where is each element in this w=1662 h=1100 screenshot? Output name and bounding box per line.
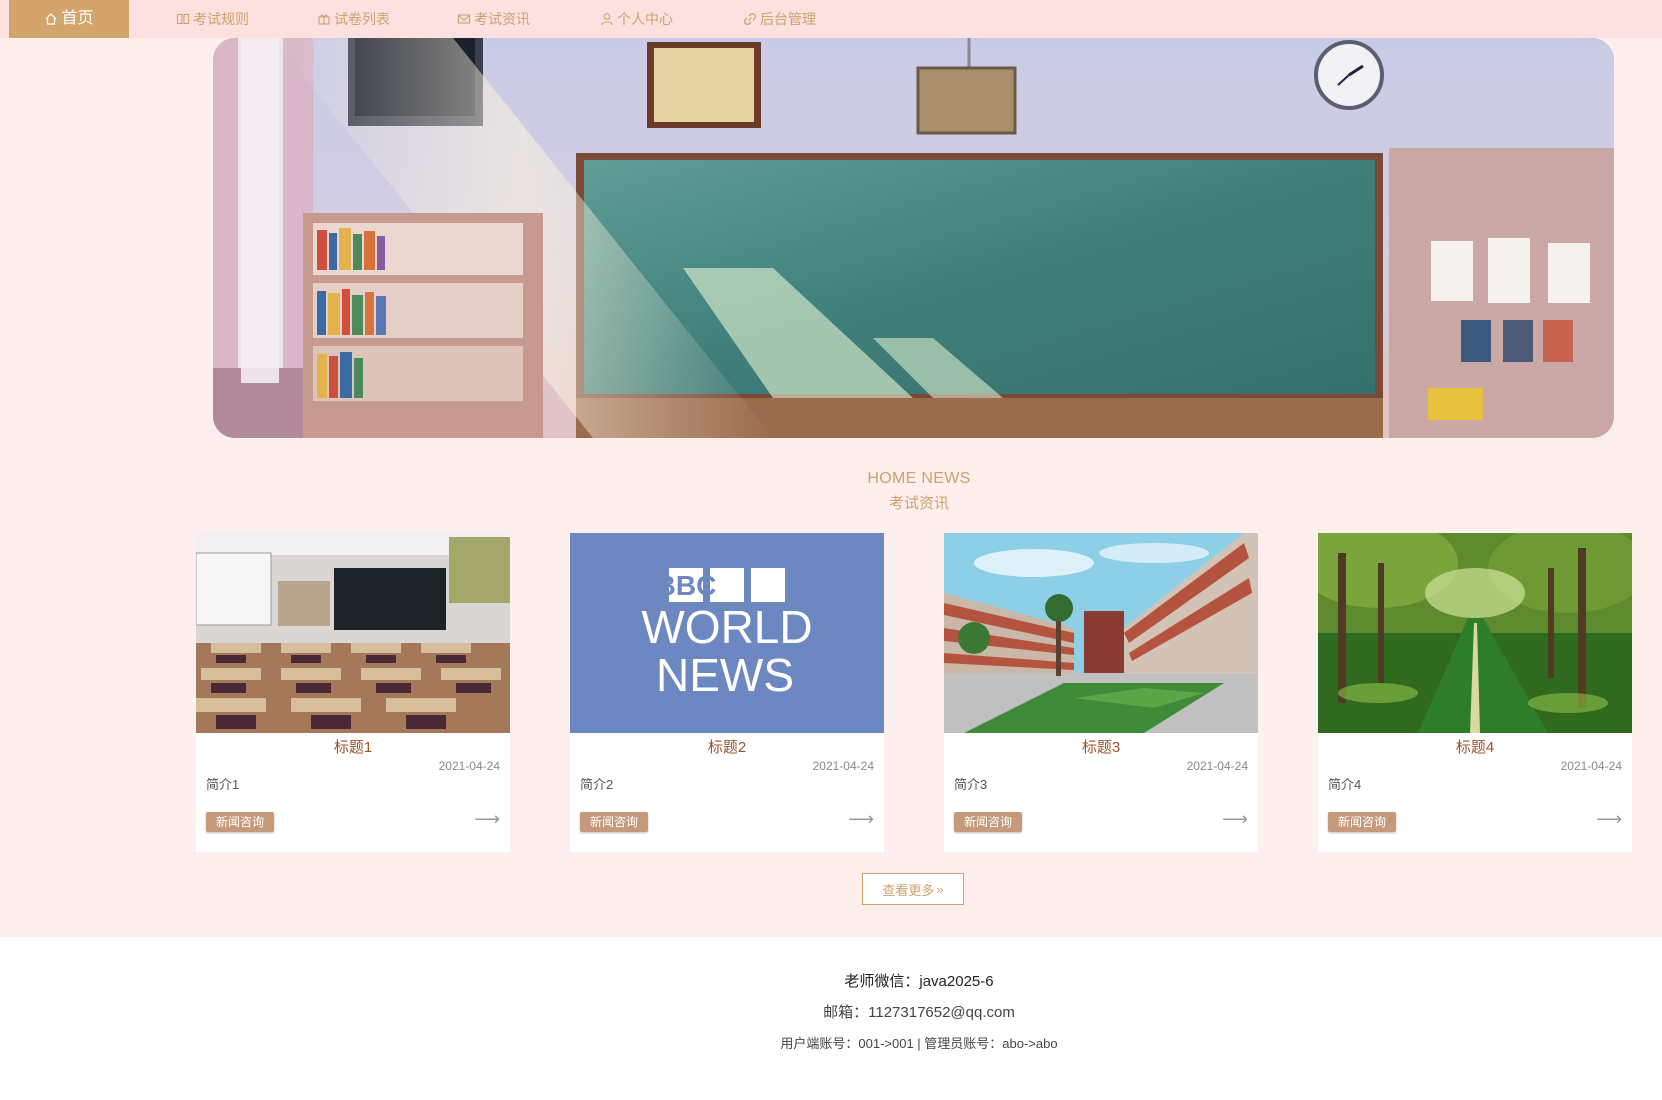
arrow-right-icon[interactable]: ⟶ [848, 809, 874, 829]
news-card-intro: 简介4 [1328, 777, 1362, 792]
home-icon [44, 12, 58, 26]
news-card-tag[interactable]: 新闻咨询 [954, 812, 1023, 832]
nav-item-admin[interactable]: 后台管理 [743, 0, 816, 38]
news-card[interactable]: 标题4 2021-04-24 简介4 新闻咨询 ⟶ [1318, 533, 1632, 852]
news-card-intro: 简介2 [580, 777, 614, 792]
gift-icon [317, 12, 331, 26]
bbc-world-news-logo: BBC WORLD NEWS [570, 533, 884, 733]
nav-item-label: 首页 [61, 10, 94, 27]
mail-icon [457, 12, 471, 26]
news-card-image [944, 533, 1258, 733]
news-card-title[interactable]: 标题2 [570, 736, 884, 757]
view-more-button[interactable]: 查看更多 » [862, 873, 964, 905]
campus-building-photo [944, 533, 1258, 733]
nav-item-paper-list[interactable]: 试卷列表 [317, 0, 390, 38]
news-card-date: 2021-04-24 [438, 759, 500, 773]
news-card-intro: 简介3 [954, 777, 988, 792]
bbc-world-text: WORLD [641, 601, 812, 653]
nav-item-label: 试卷列表 [334, 11, 390, 27]
book-icon [176, 12, 190, 26]
bbc-news-text: NEWS [656, 649, 794, 701]
user-icon [600, 12, 614, 26]
classroom-illustration [213, 38, 1614, 438]
footer-email: 邮箱：1127317652@qq.com [823, 1004, 1015, 1021]
nav-item-label: 个人中心 [617, 11, 673, 27]
classroom-photo [196, 533, 510, 733]
arrow-right-icon[interactable]: ⟶ [474, 809, 500, 829]
tree-lined-road-photo [1318, 533, 1632, 733]
footer-wechat: 老师微信：java2025-6 [844, 973, 994, 990]
top-nav: 首页 考试规则 试卷列表 考试资讯 个人中心 后台管理 [0, 0, 1662, 38]
news-card-title[interactable]: 标题1 [196, 736, 510, 757]
section-title-cn: 考试资讯 [888, 495, 949, 512]
arrow-right-icon[interactable]: ⟶ [1222, 809, 1248, 829]
news-card[interactable]: 标题3 2021-04-24 简介3 新闻咨询 ⟶ [944, 533, 1258, 852]
page: 首页 考试规则 试卷列表 考试资讯 个人中心 后台管理 HOME NEWS 考试… [0, 0, 1662, 1100]
news-card-tag[interactable]: 新闻咨询 [206, 812, 275, 832]
news-card-date: 2021-04-24 [1186, 759, 1248, 773]
news-card-intro: 简介1 [206, 777, 240, 792]
news-card-tag[interactable]: 新闻咨询 [1328, 812, 1397, 832]
news-card-date: 2021-04-24 [812, 759, 874, 773]
double-chevron-right-icon: » [936, 881, 944, 897]
link-icon [743, 12, 757, 26]
view-more-label: 查看更多 [882, 882, 935, 898]
news-card[interactable]: BBC WORLD NEWS 标题2 2021-04-24 简介2 新闻咨询 ⟶ [570, 533, 884, 852]
nav-item-personal-center[interactable]: 个人中心 [600, 0, 673, 38]
nav-item-label: 考试资讯 [474, 11, 530, 27]
news-card[interactable]: 标题1 2021-04-24 简介1 新闻咨询 ⟶ [196, 533, 510, 852]
news-card-image [196, 533, 510, 733]
hero-banner [213, 38, 1614, 438]
section-title-en: HOME NEWS [867, 470, 971, 487]
bbc-letter: BBC [656, 570, 717, 601]
arrow-right-icon[interactable]: ⟶ [1596, 809, 1622, 829]
nav-item-exam-news[interactable]: 考试资讯 [457, 0, 530, 38]
news-card-title[interactable]: 标题3 [944, 736, 1258, 757]
footer-accounts: 用户端账号：001->001 | 管理员账号：abo->abo [780, 1036, 1058, 1051]
news-card-tag[interactable]: 新闻咨询 [580, 812, 649, 832]
nav-item-label: 后台管理 [760, 11, 816, 27]
nav-item-label: 考试规则 [193, 11, 249, 27]
news-card-date: 2021-04-24 [1560, 759, 1622, 773]
news-card-image: BBC WORLD NEWS [570, 533, 884, 733]
nav-item-home[interactable]: 首页 [9, 0, 129, 38]
nav-item-exam-rules[interactable]: 考试规则 [176, 0, 249, 38]
news-card-title[interactable]: 标题4 [1318, 736, 1632, 757]
news-card-image [1318, 533, 1632, 733]
